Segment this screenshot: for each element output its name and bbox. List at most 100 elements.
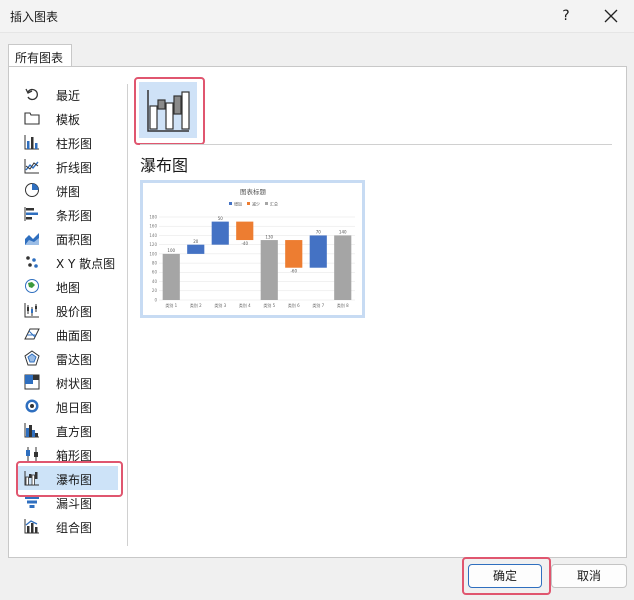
x-tick-label: 类别 7 bbox=[312, 302, 324, 308]
close-icon bbox=[604, 9, 618, 23]
tab-label: 所有图表 bbox=[15, 51, 64, 65]
chart-preview: 图表标题 增加 减少 汇总 0 20 40 60 80 100 120 140 160 180 100 类别 … bbox=[140, 180, 365, 318]
nav-item-column-chart[interactable]: 柱形图 bbox=[16, 130, 118, 154]
legend-label: 增加 bbox=[234, 200, 242, 206]
y-tick-label: 20 bbox=[152, 288, 158, 293]
treemap-chart-icon bbox=[24, 374, 40, 390]
selection-highlight-nav bbox=[16, 461, 123, 497]
nav-item-template-folder[interactable]: 模板 bbox=[16, 106, 118, 130]
legend-label: 减少 bbox=[252, 200, 260, 206]
x-tick-label: 类别 5 bbox=[263, 302, 275, 308]
y-tick-label: 0 bbox=[154, 297, 157, 302]
nav-item-map-chart[interactable]: 地图 bbox=[16, 274, 118, 298]
nav-item-label: 组合图 bbox=[56, 521, 93, 535]
scatter-chart-icon bbox=[26, 256, 38, 268]
x-tick-label: 类别 1 bbox=[165, 302, 177, 308]
data-label: 70 bbox=[316, 230, 322, 235]
nav-item-label: 旭日图 bbox=[56, 401, 93, 415]
waterfall-bar bbox=[285, 240, 303, 268]
nav-item-label: 柱形图 bbox=[56, 137, 93, 151]
x-tick-label: 类别 8 bbox=[337, 302, 349, 308]
area-chart-icon bbox=[25, 233, 39, 245]
y-tick-label: 120 bbox=[149, 242, 157, 247]
nav-item-histogram-chart[interactable]: 直方图 bbox=[16, 418, 118, 442]
x-tick-label: 类别 6 bbox=[288, 302, 300, 308]
chart-title: 图表标题 bbox=[240, 187, 267, 196]
title-bar: 插入图表 ? bbox=[0, 0, 634, 32]
recent-icon bbox=[25, 88, 38, 101]
template-folder-icon bbox=[24, 112, 40, 125]
data-label: 140 bbox=[339, 230, 347, 235]
nav-item-sunburst-chart[interactable]: 旭日图 bbox=[16, 394, 118, 418]
waterfall-preview-chart: 图表标题增加 减少 汇总 0 20 40 60 80 100 120 140 160 180 100 类别 … bbox=[149, 187, 355, 308]
data-label: -40 bbox=[241, 241, 248, 246]
stock-chart-icon bbox=[24, 303, 39, 318]
nav-item-label: 曲面图 bbox=[56, 329, 93, 343]
data-label: 20 bbox=[193, 239, 199, 244]
nav-item-label: X Y 散点图 bbox=[56, 257, 116, 271]
content-separator bbox=[140, 144, 612, 145]
help-button[interactable]: ? bbox=[552, 3, 580, 29]
nav-item-area-chart[interactable]: 面积图 bbox=[16, 226, 118, 250]
nav-item-label: 面积图 bbox=[56, 233, 93, 247]
waterfall-bar bbox=[211, 221, 229, 245]
waterfall-bar bbox=[162, 253, 180, 300]
radar-chart-icon bbox=[24, 350, 40, 366]
y-tick-label: 180 bbox=[149, 214, 157, 219]
nav-item-label: 折线图 bbox=[56, 161, 93, 175]
nav-item-label: 地图 bbox=[56, 281, 81, 295]
nav-item-label: 直方图 bbox=[56, 425, 93, 439]
data-label: 100 bbox=[167, 248, 175, 253]
nav-divider bbox=[127, 84, 128, 546]
nav-item-label: 条形图 bbox=[56, 209, 93, 223]
title-divider bbox=[0, 32, 634, 33]
waterfall-bar bbox=[187, 244, 205, 254]
waterfall-bar bbox=[334, 235, 352, 300]
chart-type-name: 瀑布图 bbox=[140, 156, 189, 175]
waterfall-bar bbox=[260, 240, 278, 300]
nav-item-surface-chart[interactable]: 曲面图 bbox=[16, 322, 118, 346]
nav-item-combo-chart[interactable]: 组合图 bbox=[16, 514, 118, 538]
nav-item-recent[interactable]: 最近 bbox=[16, 82, 118, 106]
nav-item-stock-chart[interactable]: 股价图 bbox=[16, 298, 118, 322]
nav-item-pie-chart[interactable]: 饼图 bbox=[16, 178, 118, 202]
data-label: 130 bbox=[265, 234, 273, 239]
tab-all-charts[interactable]: 所有图表 bbox=[8, 44, 72, 67]
data-label: 50 bbox=[218, 216, 224, 221]
close-button[interactable] bbox=[597, 3, 625, 29]
y-tick-label: 80 bbox=[152, 261, 158, 266]
data-label: -60 bbox=[290, 269, 297, 274]
box-whisker-chart-icon bbox=[26, 447, 38, 461]
nav-item-label: 模板 bbox=[56, 113, 81, 127]
column-chart-icon bbox=[24, 135, 39, 150]
surface-chart-icon bbox=[24, 328, 40, 340]
y-tick-label: 160 bbox=[149, 224, 157, 229]
nav-item-label: 雷达图 bbox=[56, 353, 93, 367]
legend-label: 汇总 bbox=[270, 200, 278, 206]
legend-swatch bbox=[229, 202, 232, 205]
selection-highlight-ok bbox=[462, 557, 551, 595]
nav-item-treemap-chart[interactable]: 树状图 bbox=[16, 370, 118, 394]
waterfall-bar bbox=[309, 235, 327, 268]
nav-item-scatter-chart[interactable]: X Y 散点图 bbox=[16, 250, 118, 274]
nav-item-line-chart[interactable]: 折线图 bbox=[16, 154, 118, 178]
x-tick-label: 类别 2 bbox=[190, 302, 202, 308]
nav-item-bar-chart[interactable]: 条形图 bbox=[16, 202, 118, 226]
nav-item-radar-chart[interactable]: 雷达图 bbox=[16, 346, 118, 370]
bar-chart-icon bbox=[24, 207, 38, 221]
legend-swatch bbox=[247, 202, 250, 205]
selection-highlight-subtype bbox=[134, 77, 205, 145]
pie-chart-icon bbox=[25, 183, 39, 197]
y-tick-label: 100 bbox=[149, 251, 157, 256]
nav-item-label: 股价图 bbox=[56, 305, 93, 319]
nav-item-label: 最近 bbox=[56, 89, 81, 103]
x-tick-label: 类别 4 bbox=[239, 302, 251, 308]
waterfall-bar bbox=[236, 221, 254, 241]
nav-item-label: 饼图 bbox=[56, 185, 81, 199]
legend-swatch bbox=[265, 202, 268, 205]
y-tick-label: 60 bbox=[152, 270, 158, 275]
dialog-title: 插入图表 bbox=[10, 10, 59, 24]
map-chart-icon bbox=[25, 279, 39, 293]
line-chart-icon bbox=[24, 159, 39, 174]
cancel-button[interactable]: 取消 bbox=[551, 564, 627, 588]
